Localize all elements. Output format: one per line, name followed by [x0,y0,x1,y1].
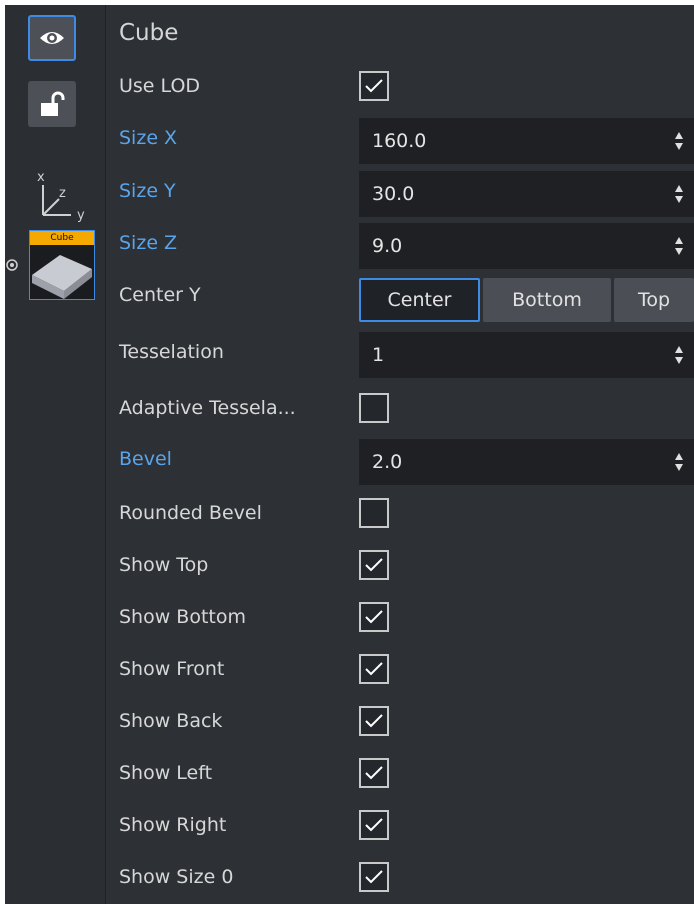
panel-title: Cube [119,20,179,46]
row-show-back: Show Back [106,695,694,747]
checkmark-icon [365,818,383,832]
checkmark-icon [365,714,383,728]
properties-content: Cube Use LOD Size X 160.0 Size Y 30.0 Si… [106,5,694,904]
checkbox-show-back[interactable] [359,706,389,736]
checkmark-icon [365,870,383,884]
checkbox-show-top[interactable] [359,550,389,580]
center-y-option-bottom[interactable]: Bottom [483,278,611,322]
checkmark-icon [365,610,383,624]
row-size-x: Size X 160.0 [106,112,694,164]
axis-label-x: x [37,170,45,185]
label-show-size-0: Show Size 0 [119,866,234,888]
visibility-toggle-button[interactable] [28,15,76,61]
row-size-z: Size Z 9.0 [106,217,694,269]
thumbnail-label: Cube [30,231,94,245]
checkmark-icon [365,766,383,780]
size-x-input[interactable]: 160.0 [359,118,694,164]
label-use-lod: Use LOD [119,75,201,97]
properties-panel: x z y Cube Cube Use LOD Size X 160.0 Siz… [5,5,694,904]
tesselation-input[interactable]: 1 [359,332,694,378]
size-y-input[interactable]: 30.0 [359,171,694,217]
row-show-size-0: Show Size 0 [106,851,694,903]
unlocked-padlock-icon [41,91,65,116]
spinner-arrows-icon[interactable] [674,345,684,365]
axis-label-y: y [77,208,85,223]
size-z-value: 9.0 [372,235,403,257]
spinner-arrows-icon[interactable] [674,184,684,204]
row-size-y: Size Y 30.0 [106,165,694,217]
row-center-y: Center Y Center Bottom Top [106,269,694,322]
bevel-value: 2.0 [372,451,403,473]
label-bevel: Bevel [119,448,172,470]
label-rounded-bevel: Rounded Bevel [119,502,262,524]
row-show-bottom: Show Bottom [106,591,694,643]
label-show-front: Show Front [119,658,225,680]
tesselation-value: 1 [372,344,385,366]
checkbox-adaptive-tesselation[interactable] [359,393,389,423]
label-show-bottom: Show Bottom [119,606,246,628]
size-z-input[interactable]: 9.0 [359,223,694,269]
size-x-value: 160.0 [372,130,427,152]
row-show-right: Show Right [106,799,694,851]
left-toolbar: x z y Cube [5,5,106,904]
row-show-front: Show Front [106,643,694,695]
label-size-z: Size Z [119,232,178,254]
lock-toggle-button[interactable] [28,81,76,127]
spinner-arrows-icon[interactable] [674,131,684,151]
label-size-y: Size Y [119,180,176,202]
label-tesselation: Tesselation [119,341,224,363]
center-y-option-center[interactable]: Center [359,278,480,322]
spinner-arrows-icon[interactable] [674,236,684,256]
label-size-x: Size X [119,127,178,149]
checkbox-show-left[interactable] [359,758,389,788]
row-use-lod: Use LOD [106,60,694,112]
spinner-arrows-icon[interactable] [674,452,684,472]
center-y-option-top[interactable]: Top [614,278,694,322]
checkmark-icon [365,558,383,572]
row-show-top: Show Top [106,539,694,591]
checkbox-show-right[interactable] [359,810,389,840]
label-adaptive-tesselation: Adaptive Tessela... [119,397,296,419]
checkbox-show-bottom[interactable] [359,602,389,632]
label-show-right: Show Right [119,814,227,836]
checkbox-show-size-0[interactable] [359,862,389,892]
row-tesselation: Tesselation 1 [106,326,694,378]
size-y-value: 30.0 [372,183,415,205]
label-show-left: Show Left [119,762,213,784]
cube-thumbnail[interactable]: Cube [29,230,95,300]
checkbox-show-front[interactable] [359,654,389,684]
xyz-axes-icon: x z y [33,167,93,223]
row-bevel: Bevel 2.0 [106,433,694,485]
row-adaptive-tesselation: Adaptive Tessela... [106,382,694,434]
checkmark-icon [365,79,383,93]
bevel-input[interactable]: 2.0 [359,439,694,485]
checkmark-icon [365,662,383,676]
radio-dot-icon[interactable] [5,258,19,272]
axis-label-z: z [59,186,66,201]
cube-preview-icon [30,245,94,299]
row-rounded-bevel: Rounded Bevel [106,487,694,539]
row-show-left: Show Left [106,747,694,799]
eye-icon [40,32,64,44]
checkbox-use-lod[interactable] [359,71,389,101]
label-center-y: Center Y [119,284,201,306]
label-show-top: Show Top [119,554,209,576]
label-show-back: Show Back [119,710,223,732]
checkbox-rounded-bevel[interactable] [359,498,389,528]
